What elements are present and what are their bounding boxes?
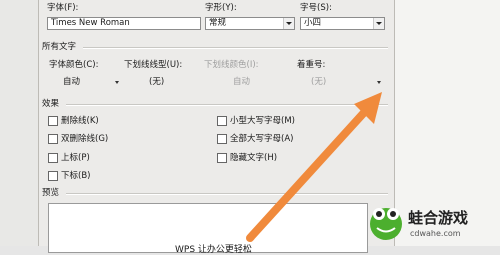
watermark-url: cdwahe.com: [410, 229, 461, 238]
watermark: 蛙合游戏 cdwahe.com: [368, 204, 500, 246]
watermark-name: 蛙合游戏: [408, 209, 469, 227]
preview-sample-text: WPS 让办公更轻松: [175, 245, 252, 255]
frog-logo-icon: [370, 208, 402, 240]
